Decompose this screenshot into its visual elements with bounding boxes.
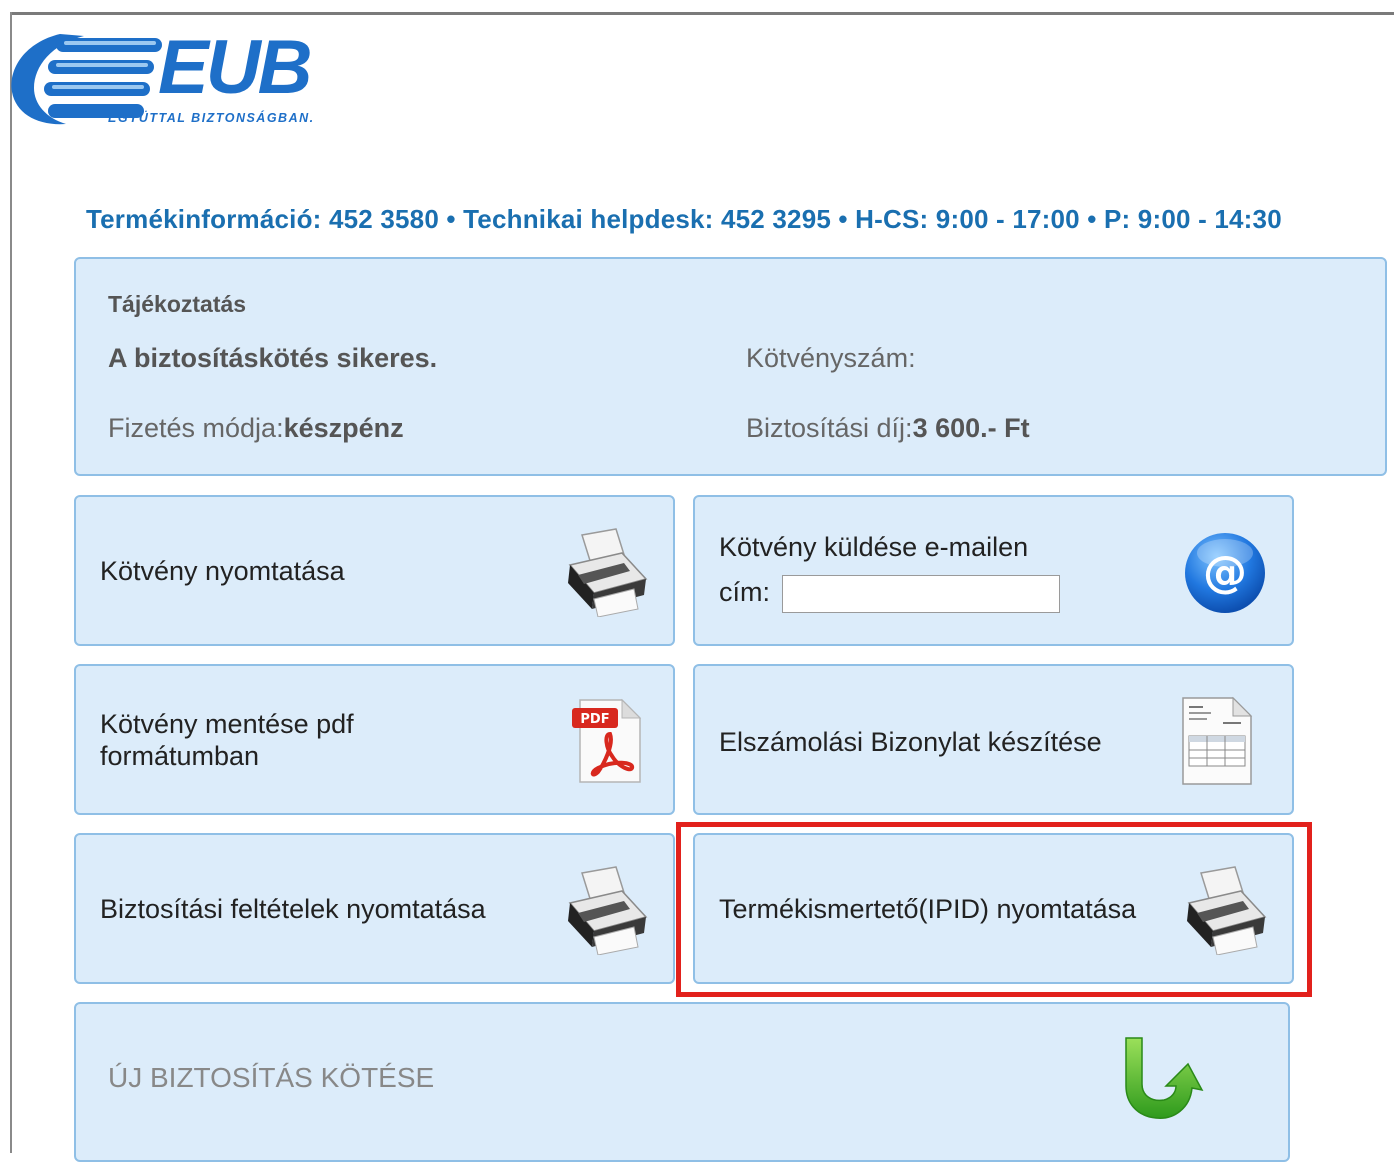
success-message: A biztosításkötés sikeres.: [108, 343, 438, 373]
print-ipid-button[interactable]: Termékismertető(IPID) nyomtatása: [693, 833, 1294, 984]
payment-method-label: Fizetés módja:: [108, 413, 284, 443]
printer-icon: [568, 528, 648, 617]
payment-method: Fizetés módja:készpénz: [108, 413, 404, 444]
policy-number-label: Kötvényszám:: [746, 343, 916, 373]
info-title: Tájékoztatás: [108, 291, 247, 317]
contact-info-bar: Termékinformáció: 452 3580 • Technikai h…: [86, 204, 1282, 234]
print-policy-label: Kötvény nyomtatása: [100, 556, 345, 586]
save-pdf-label-line1: Kötvény mentése pdf: [100, 709, 354, 739]
save-pdf-button[interactable]: Kötvény mentése pdf formátumban PDF: [74, 664, 675, 815]
email-policy-panel: Kötvény küldése e-mailen cím: @: [693, 495, 1294, 646]
window-frame-left: [10, 12, 12, 1153]
print-terms-button[interactable]: Biztosítási feltételek nyomtatása: [74, 833, 675, 984]
settlement-document-button[interactable]: Elszámolási Bizonylat készítése: [693, 664, 1294, 815]
document-icon: [1182, 696, 1253, 785]
at-sign-icon[interactable]: @: [1183, 531, 1267, 615]
eub-logo: EUB EGYÜTTAL BIZTONSÁGBAN.: [8, 26, 368, 136]
refresh-arrow-icon: [1125, 1037, 1204, 1119]
svg-text:@: @: [1203, 547, 1247, 598]
print-terms-label: Biztosítási feltételek nyomtatása: [100, 894, 486, 924]
logo-tagline: EGYÜTTAL BIZTONSÁGBAN.: [108, 111, 315, 125]
svg-text:PDF: PDF: [580, 712, 609, 727]
print-policy-button[interactable]: Kötvény nyomtatása: [74, 495, 675, 646]
insurance-fee-label: Biztosítási díj:: [746, 413, 913, 443]
insurance-fee: Biztosítási díj:3 600.- Ft: [746, 413, 1030, 444]
email-address-label: cím:: [719, 577, 770, 607]
printer-icon: [568, 866, 648, 955]
email-policy-label: Kötvény küldése e-mailen: [719, 532, 1029, 562]
insurance-fee-value: 3 600.- Ft: [912, 413, 1030, 443]
info-panel: Tájékoztatás A biztosításkötés sikeres. …: [74, 257, 1387, 476]
window-frame-top: [10, 12, 1394, 15]
save-pdf-label-line2: formátumban: [100, 741, 260, 771]
payment-method-value: készpénz: [283, 413, 404, 443]
print-ipid-label: Termékismertető(IPID) nyomtatása: [719, 894, 1137, 924]
pdf-icon: PDF: [572, 698, 642, 783]
new-insurance-label: ÚJ BIZTOSÍTÁS KÖTÉSE: [108, 1062, 435, 1093]
new-insurance-button[interactable]: ÚJ BIZTOSÍTÁS KÖTÉSE: [74, 1002, 1290, 1162]
printer-icon: [1187, 866, 1267, 955]
settlement-document-label: Elszámolási Bizonylat készítése: [719, 727, 1102, 757]
logo-brand: EUB: [158, 25, 312, 110]
email-address-input[interactable]: [782, 575, 1060, 613]
